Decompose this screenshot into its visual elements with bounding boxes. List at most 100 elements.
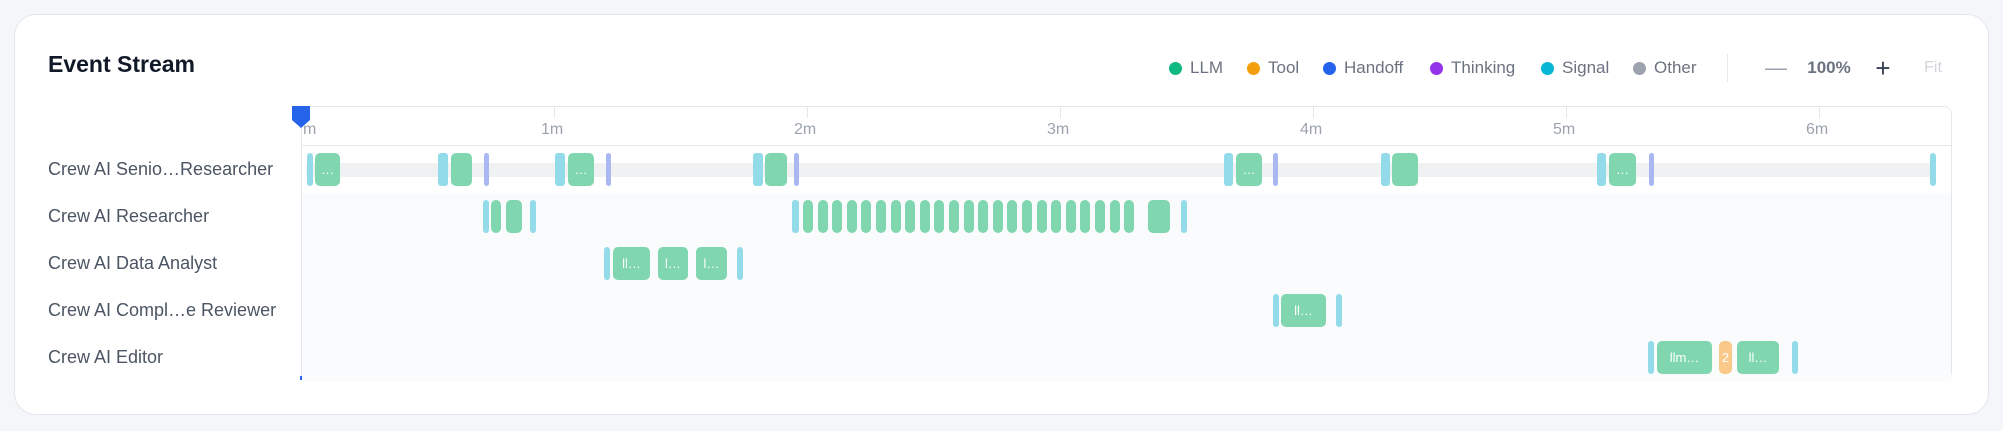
legend-label: LLM (1190, 58, 1224, 77)
thinking-dot-icon (1430, 61, 1443, 75)
legend-item-tool[interactable]: Tool (1247, 58, 1299, 78)
handoff-event[interactable] (794, 153, 799, 186)
llm-event[interactable]: llm… (1657, 341, 1712, 374)
row-label-researcher: Crew AI Researcher (48, 206, 210, 226)
axis-tick-label: 3m (1047, 121, 1070, 138)
handoff-event[interactable] (1273, 153, 1278, 186)
llm-event[interactable] (861, 200, 872, 233)
handoff-event[interactable] (484, 153, 489, 186)
llm-event[interactable] (919, 200, 930, 233)
llm-event[interactable] (1022, 200, 1032, 233)
signal-event[interactable] (604, 247, 610, 280)
llm-event[interactable] (1148, 200, 1170, 233)
llm-event[interactable] (1095, 200, 1105, 233)
signal-event[interactable] (792, 200, 799, 233)
llm-event[interactable]: … (1609, 153, 1636, 186)
llm-event[interactable] (949, 200, 959, 233)
toolbar-divider (1727, 54, 1728, 82)
row-label-data-analyst: Crew AI Data Analyst (48, 253, 218, 273)
playhead-base (300, 376, 302, 380)
llm-event[interactable] (1124, 200, 1135, 233)
llm-event[interactable] (1036, 200, 1047, 233)
llm-event[interactable] (817, 200, 828, 233)
llm-event[interactable] (1080, 200, 1091, 233)
axis-tick (1566, 106, 1567, 118)
llm-event[interactable] (934, 200, 945, 233)
llm-event[interactable] (1392, 153, 1418, 186)
signal-event[interactable] (1648, 341, 1654, 374)
handoff-event[interactable] (606, 153, 611, 186)
llm-event[interactable] (803, 200, 813, 233)
legend-item-llm[interactable]: LLM (1169, 58, 1223, 78)
legend-item-thinking[interactable]: Thinking (1430, 58, 1515, 78)
axis-tick (1060, 106, 1061, 118)
legend-item-handoff[interactable]: Handoff (1323, 58, 1403, 78)
signal-event[interactable] (1597, 153, 1606, 186)
llm-event[interactable]: … (1236, 153, 1262, 186)
zoom-out-button[interactable]: — (1764, 54, 1788, 82)
llm-event[interactable]: l… (696, 247, 727, 280)
llm-dot-icon (1169, 61, 1182, 75)
llm-event[interactable]: … (568, 153, 594, 186)
signal-event[interactable] (483, 200, 489, 233)
signal-event[interactable] (1336, 294, 1342, 327)
axis-tick (1819, 106, 1820, 118)
llm-event[interactable] (890, 200, 901, 233)
row-label-senior-researcher: Crew AI Senio…Researcher (48, 159, 274, 179)
llm-event[interactable]: … (315, 153, 340, 186)
llm-event[interactable] (846, 200, 857, 233)
signal-event[interactable] (1181, 200, 1187, 233)
tool-event[interactable]: 2 (1719, 341, 1732, 374)
llm-event[interactable] (1065, 200, 1076, 233)
llm-event[interactable] (992, 200, 1003, 233)
llm-event[interactable] (963, 200, 974, 233)
axis-tick (807, 106, 808, 118)
legend-label: Signal (1562, 58, 1610, 77)
axis-tick-label: 4m (1300, 121, 1323, 138)
llm-event[interactable] (905, 200, 916, 233)
llm-event[interactable]: l… (658, 247, 688, 280)
other-dot-icon (1633, 61, 1646, 75)
llm-event[interactable] (491, 200, 501, 233)
tool-dot-icon (1247, 61, 1260, 75)
axis-tick (1313, 106, 1314, 118)
llm-event[interactable] (978, 200, 989, 233)
llm-event[interactable] (1109, 200, 1120, 233)
signal-event[interactable] (737, 247, 743, 280)
llm-event[interactable] (876, 200, 886, 233)
llm-event[interactable] (1007, 200, 1018, 233)
axis-tick-label: 2m (794, 121, 817, 138)
signal-event[interactable] (1792, 341, 1798, 374)
llm-event[interactable] (832, 200, 843, 233)
signal-event[interactable] (555, 153, 565, 186)
signal-event[interactable] (307, 153, 313, 186)
llm-event[interactable] (765, 153, 787, 186)
legend-label: Thinking (1451, 58, 1516, 77)
axis-tick (554, 106, 555, 118)
llm-event[interactable]: ll… (613, 247, 650, 280)
playhead-marker-icon[interactable] (291, 105, 311, 129)
signal-event[interactable] (1930, 153, 1936, 186)
legend-item-signal[interactable]: Signal (1541, 58, 1609, 78)
legend-item-other[interactable]: Other (1633, 58, 1697, 78)
signal-event[interactable] (1273, 294, 1279, 327)
zoom-in-button[interactable]: + (1870, 53, 1896, 83)
signal-dot-icon (1541, 61, 1554, 75)
signal-event[interactable] (530, 200, 536, 233)
llm-event[interactable]: ll… (1281, 294, 1326, 327)
handoff-dot-icon (1323, 61, 1336, 75)
signal-event[interactable] (1224, 153, 1233, 186)
row-track (306, 163, 1932, 177)
axis-tick-label: 6m (1806, 121, 1829, 138)
signal-event[interactable] (1381, 153, 1390, 186)
legend-label: Handoff (1344, 58, 1404, 77)
fit-button[interactable]: Fit (1918, 54, 1948, 82)
llm-event[interactable] (506, 200, 522, 233)
llm-event[interactable] (451, 153, 472, 186)
signal-event[interactable] (438, 153, 448, 186)
legend-label: Tool (1268, 58, 1300, 77)
handoff-event[interactable] (1649, 153, 1654, 186)
llm-event[interactable]: ll… (1737, 341, 1779, 374)
signal-event[interactable] (753, 153, 763, 186)
llm-event[interactable] (1051, 200, 1062, 233)
